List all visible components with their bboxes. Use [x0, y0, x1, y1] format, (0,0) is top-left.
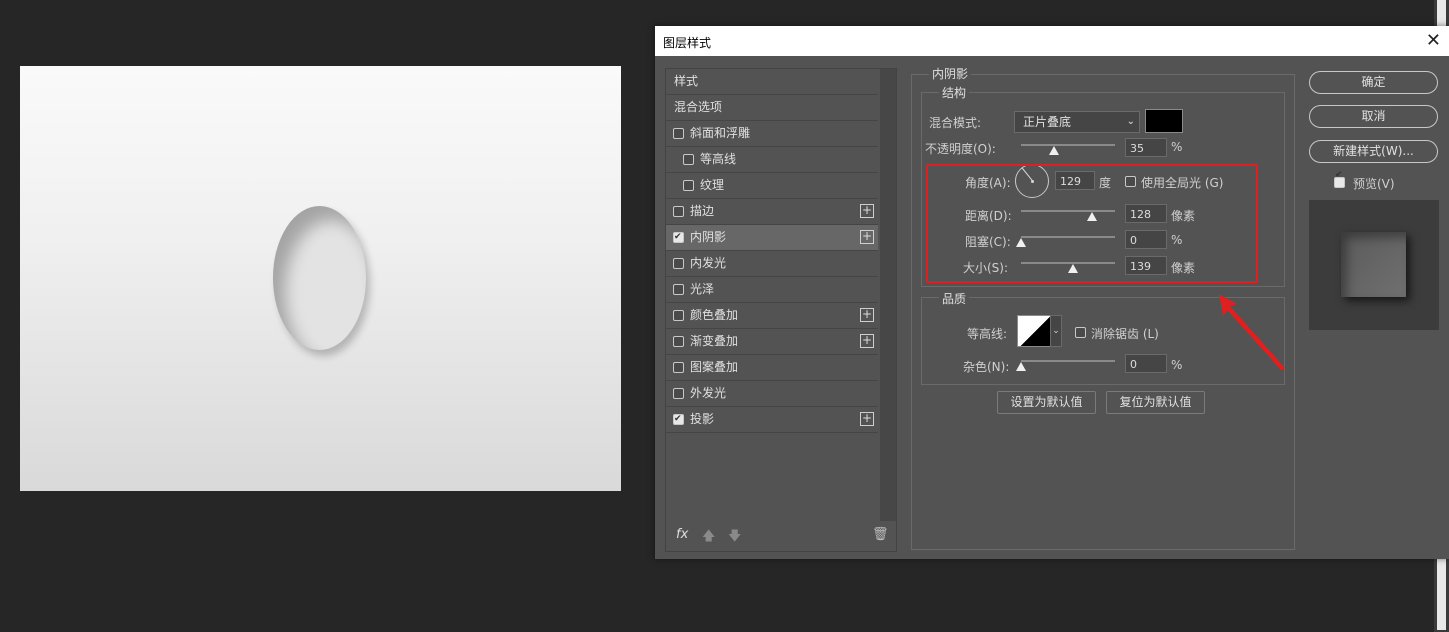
contour-curve-graphic [1018, 316, 1050, 346]
blend-mode-value: 正片叠底 [1023, 115, 1072, 129]
style-item[interactable]: 内阴影 + [666, 225, 878, 251]
preview-square [1341, 232, 1406, 297]
noise-input[interactable]: 0 [1125, 354, 1167, 373]
style-item[interactable]: 内发光 [666, 251, 878, 277]
anti-alias-label: 消除锯齿 (L) [1091, 327, 1159, 341]
style-checkbox[interactable] [673, 388, 684, 399]
opacity-slider-thumb[interactable] [1048, 146, 1059, 155]
layer-style-dialog: 图层样式 ✕ 样式混合选项斜面和浮雕等高线纹理描边 + 内阴影 + 内发光光泽颜色叠加 +… [655, 26, 1449, 559]
noise-slider-thumb[interactable] [1016, 362, 1026, 371]
style-checkbox[interactable] [673, 225, 684, 250]
style-item-label: 投影 [690, 412, 715, 426]
style-checkbox[interactable] [673, 362, 684, 373]
style-item-label: 样式 [674, 74, 699, 88]
chevron-down-icon[interactable]: ⌄ [1050, 315, 1062, 347]
new-style-button[interactable]: 新建样式(W)... [1309, 140, 1438, 163]
style-item-label: 颜色叠加 [690, 308, 739, 322]
cancel-button[interactable]: 取消 [1309, 105, 1438, 128]
style-item-label: 外发光 [690, 386, 727, 400]
preview-checkbox[interactable] [1334, 170, 1345, 188]
preview-label: 预览(V) [1353, 177, 1395, 191]
fx-icon[interactable]: fx [676, 527, 688, 542]
move-up-icon[interactable]: 🡅 [702, 527, 715, 549]
style-item-label: 等高线 [700, 152, 737, 166]
add-icon[interactable]: + [860, 204, 874, 218]
style-item[interactable]: 纹理 [666, 173, 878, 199]
contour-label: 等高线: [967, 327, 1008, 341]
style-checkbox[interactable] [673, 258, 684, 269]
style-checkbox[interactable] [673, 128, 684, 139]
quality-title: 品质 [939, 290, 970, 307]
styles-panel: 样式混合选项斜面和浮雕等高线纹理描边 + 内阴影 + 内发光光泽颜色叠加 + 渐变叠加 + 图案… [665, 68, 897, 552]
blend-mode-label: 混合模式: [929, 116, 982, 130]
trash-icon[interactable]: 🗑 [872, 527, 889, 542]
ok-button[interactable]: 确定 [1309, 71, 1438, 94]
style-item[interactable]: 样式 [666, 69, 878, 95]
styles-list: 样式混合选项斜面和浮雕等高线纹理描边 + 内阴影 + 内发光光泽颜色叠加 + 渐变叠加 + 图案… [666, 69, 878, 433]
style-item[interactable]: 颜色叠加 + [666, 303, 878, 329]
style-item-label: 光泽 [690, 282, 715, 296]
style-checkbox[interactable] [673, 206, 684, 217]
noise-label: 杂色(N): [963, 360, 1010, 374]
style-item-label: 纹理 [700, 178, 725, 192]
document-canvas[interactable] [20, 66, 621, 491]
add-icon[interactable]: + [860, 308, 874, 322]
style-item[interactable]: 混合选项 [666, 95, 878, 121]
style-checkbox[interactable] [673, 310, 684, 321]
highlight-box [926, 164, 1258, 283]
move-down-icon[interactable]: 🡇 [728, 527, 741, 549]
style-item[interactable]: 描边 + [666, 199, 878, 225]
chevron-down-icon: ⌄ [1126, 116, 1135, 127]
shadow-color-swatch[interactable] [1145, 109, 1183, 133]
add-icon[interactable]: + [860, 230, 874, 244]
ellipse-shape [273, 206, 366, 350]
structure-title: 结构 [939, 84, 970, 101]
opacity-slider-track[interactable] [1021, 144, 1115, 146]
noise-slider-track[interactable] [1021, 360, 1115, 362]
style-item[interactable]: 斜面和浮雕 [666, 121, 878, 147]
opacity-unit: % [1171, 140, 1183, 154]
add-icon[interactable]: + [860, 412, 874, 426]
add-icon[interactable]: + [860, 334, 874, 348]
reset-default-button[interactable]: 复位为默认值 [1106, 391, 1205, 414]
style-item-label: 图案叠加 [690, 360, 739, 374]
style-item-label: 渐变叠加 [690, 334, 739, 348]
anti-alias-checkbox[interactable] [1075, 327, 1086, 338]
opacity-input[interactable]: 35 [1125, 138, 1167, 157]
style-checkbox[interactable] [673, 407, 684, 432]
style-checkbox[interactable] [673, 336, 684, 347]
style-checkbox[interactable] [683, 154, 694, 165]
contour-preview[interactable] [1017, 315, 1051, 347]
style-item[interactable]: 等高线 [666, 147, 878, 173]
style-item[interactable]: 投影 + [666, 407, 878, 433]
style-item[interactable]: 图案叠加 [666, 355, 878, 381]
section-title: 内阴影 [929, 65, 972, 82]
style-item-label: 混合选项 [674, 100, 723, 114]
style-checkbox[interactable] [683, 180, 694, 191]
panel-scrollbar[interactable] [880, 69, 896, 521]
annotation-arrow-icon [1219, 294, 1285, 370]
style-item-label: 内发光 [690, 256, 727, 270]
panel-footer: fx 🡅 🡇 🗑 [666, 521, 896, 551]
style-item[interactable]: 光泽 [666, 277, 878, 303]
style-checkbox[interactable] [673, 284, 684, 295]
style-item-label: 描边 [690, 204, 715, 218]
dialog-titlebar: 图层样式 ✕ [655, 26, 1449, 56]
style-item-label: 内阴影 [690, 230, 727, 244]
opacity-label: 不透明度(O): [925, 142, 996, 156]
style-item[interactable]: 外发光 [666, 381, 878, 407]
style-item[interactable]: 渐变叠加 + [666, 329, 878, 355]
close-icon[interactable]: ✕ [1426, 30, 1441, 51]
style-item-label: 斜面和浮雕 [690, 126, 751, 140]
noise-unit: % [1171, 358, 1183, 372]
set-default-button[interactable]: 设置为默认值 [997, 391, 1096, 414]
style-preview [1309, 200, 1439, 330]
blend-mode-select[interactable]: 正片叠底 ⌄ [1014, 111, 1140, 133]
dialog-title: 图层样式 [663, 36, 712, 50]
